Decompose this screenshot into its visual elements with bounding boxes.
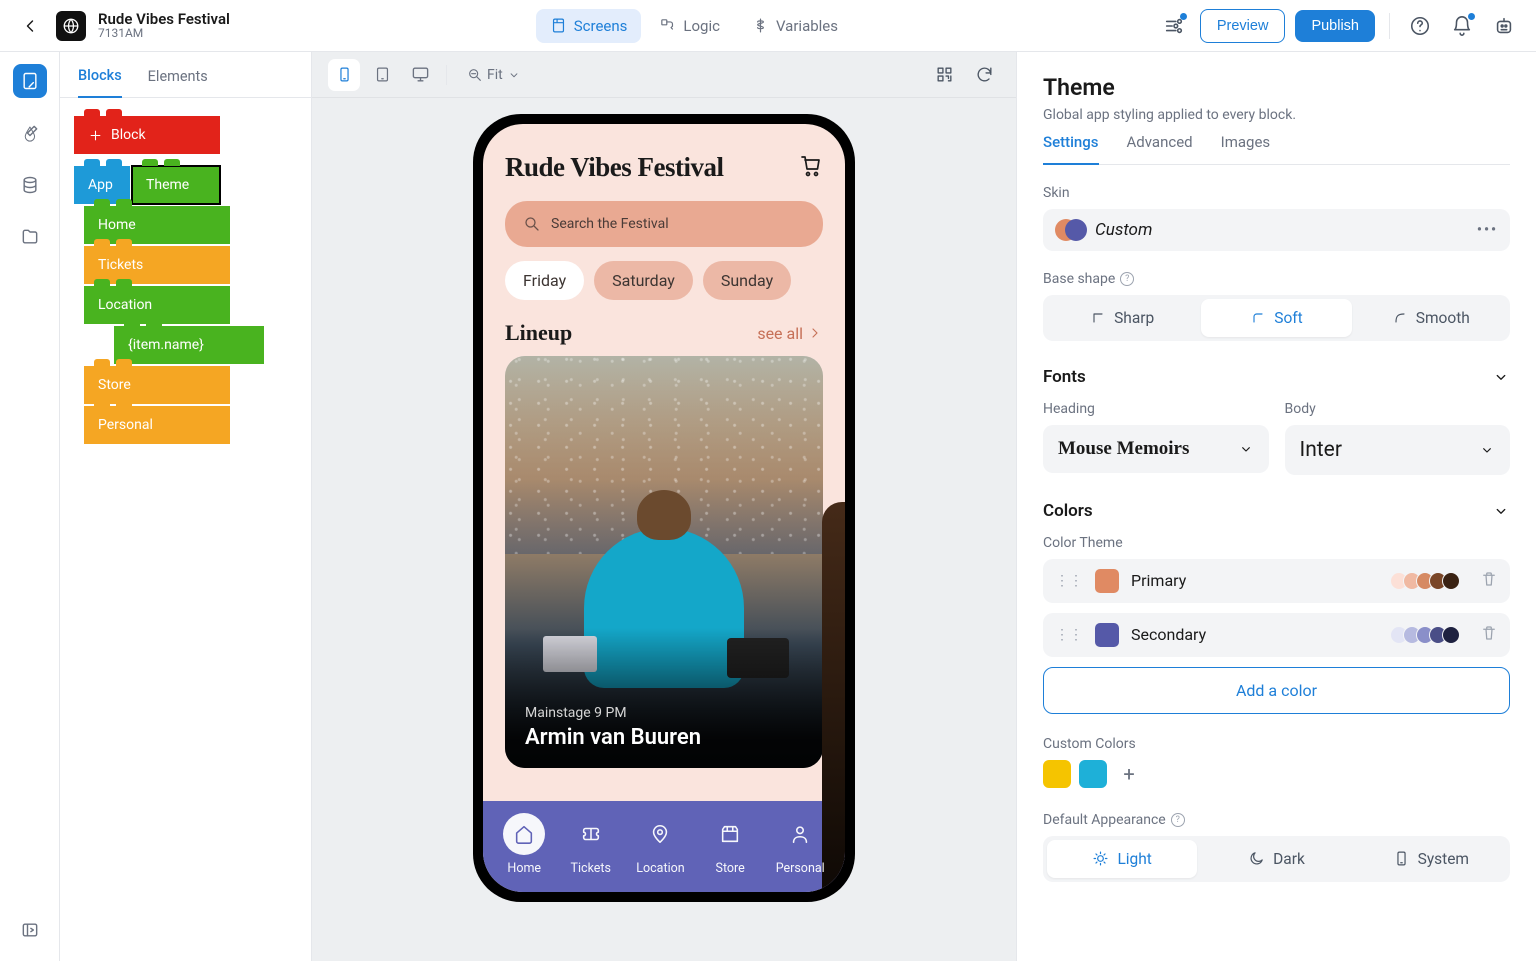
fonts-section-toggle[interactable]: Fonts bbox=[1043, 367, 1510, 387]
skin-label: Skin bbox=[1043, 185, 1510, 201]
custom-color-swatch[interactable] bbox=[1043, 760, 1071, 788]
tab-elements[interactable]: Elements bbox=[148, 68, 208, 97]
chevron-down-icon bbox=[1492, 368, 1510, 386]
drag-handle-icon[interactable]: ⋮⋮ bbox=[1055, 573, 1083, 589]
card-artist: Armin van Buuren bbox=[525, 725, 701, 750]
settings-toggle-icon[interactable] bbox=[1158, 10, 1190, 42]
next-card-peek[interactable] bbox=[822, 502, 845, 892]
publish-button[interactable]: Publish bbox=[1295, 10, 1375, 42]
rail-collapse[interactable] bbox=[13, 913, 47, 947]
tab-home[interactable]: Home bbox=[503, 813, 545, 876]
tab-personal[interactable]: Personal bbox=[776, 813, 825, 876]
theme-tab-advanced[interactable]: Advanced bbox=[1127, 133, 1193, 164]
color-secondary-row[interactable]: ⋮⋮ Secondary bbox=[1043, 613, 1510, 657]
primary-swatch bbox=[1095, 569, 1119, 593]
color-primary-row[interactable]: ⋮⋮ Primary bbox=[1043, 559, 1510, 603]
zoom-control[interactable]: Fit bbox=[457, 61, 531, 89]
custom-color-swatch[interactable] bbox=[1079, 760, 1107, 788]
device-phone[interactable] bbox=[328, 59, 360, 91]
card-stage: Mainstage 9 PM bbox=[525, 705, 701, 721]
rail-screens[interactable] bbox=[13, 64, 47, 98]
cart-icon[interactable] bbox=[799, 154, 823, 182]
see-all-link[interactable]: see all bbox=[757, 324, 823, 343]
appearance-system[interactable]: System bbox=[1356, 840, 1506, 878]
base-shape-segmented: Sharp Soft Smooth bbox=[1043, 295, 1510, 341]
custom-colors-row: + bbox=[1043, 760, 1510, 788]
section-title: Lineup bbox=[505, 320, 572, 346]
back-button[interactable] bbox=[16, 12, 44, 40]
rail-design[interactable] bbox=[13, 116, 47, 150]
skin-swatch bbox=[1055, 219, 1085, 241]
add-block-button[interactable]: Block bbox=[74, 116, 220, 154]
block-item-name[interactable]: {item.name} bbox=[114, 326, 264, 364]
nav-screens[interactable]: Screens bbox=[536, 9, 642, 43]
skin-selector[interactable]: Custom ••• bbox=[1043, 209, 1510, 251]
default-appearance-label: Default Appearance? bbox=[1043, 812, 1510, 828]
device-tablet[interactable] bbox=[366, 59, 398, 91]
secondary-swatch bbox=[1095, 623, 1119, 647]
drag-handle-icon[interactable]: ⋮⋮ bbox=[1055, 627, 1083, 643]
pill-friday[interactable]: Friday bbox=[505, 261, 584, 300]
nav-logic[interactable]: Logic bbox=[645, 9, 734, 43]
device-frame: Rude Vibes Festival Search the Festival … bbox=[473, 114, 855, 902]
colors-section-toggle[interactable]: Colors bbox=[1043, 501, 1510, 521]
lineup-card[interactable]: Mainstage 9 PM Armin van Buuren bbox=[505, 356, 823, 768]
block-theme[interactable]: Theme bbox=[132, 166, 220, 204]
pill-saturday[interactable]: Saturday bbox=[594, 261, 693, 300]
search-input[interactable]: Search the Festival bbox=[505, 201, 823, 247]
pill-sunday[interactable]: Sunday bbox=[703, 261, 791, 300]
screen-title: Rude Vibes Festival bbox=[505, 152, 724, 183]
block-personal[interactable]: Personal bbox=[84, 406, 230, 444]
rail-files[interactable] bbox=[13, 220, 47, 254]
help-icon[interactable] bbox=[1404, 10, 1436, 42]
tab-location[interactable]: Location bbox=[636, 813, 684, 876]
primary-shades bbox=[1395, 572, 1460, 590]
nav-variables[interactable]: Variables bbox=[738, 9, 852, 43]
app-subtitle: 7131AM bbox=[98, 27, 230, 40]
shape-soft[interactable]: Soft bbox=[1201, 299, 1351, 337]
delete-icon[interactable] bbox=[1480, 624, 1498, 646]
base-shape-label: Base shape? bbox=[1043, 271, 1510, 287]
device-desktop[interactable] bbox=[404, 59, 436, 91]
app-title: Rude Vibes Festival bbox=[98, 11, 230, 28]
rail-data[interactable] bbox=[13, 168, 47, 202]
tab-tickets[interactable]: Tickets bbox=[570, 813, 612, 876]
refresh-icon[interactable] bbox=[968, 59, 1000, 91]
body-font-select[interactable]: Inter bbox=[1285, 425, 1511, 475]
theme-tab-settings[interactable]: Settings bbox=[1043, 133, 1099, 165]
robot-icon[interactable] bbox=[1488, 10, 1520, 42]
theme-tab-images[interactable]: Images bbox=[1221, 133, 1271, 164]
skin-more-icon[interactable]: ••• bbox=[1477, 222, 1498, 238]
add-color-button[interactable]: Add a color bbox=[1043, 667, 1510, 714]
chevron-down-icon bbox=[1492, 502, 1510, 520]
tab-store[interactable]: Store bbox=[709, 813, 751, 876]
qr-icon[interactable] bbox=[928, 59, 960, 91]
panel-subtitle: Global app styling applied to every bloc… bbox=[1043, 107, 1510, 123]
shape-smooth[interactable]: Smooth bbox=[1356, 299, 1506, 337]
heading-font-select[interactable]: Mouse Memoirs bbox=[1043, 425, 1269, 473]
notifications-icon[interactable] bbox=[1446, 10, 1478, 42]
info-icon[interactable]: ? bbox=[1171, 813, 1185, 827]
app-title-block: Rude Vibes Festival 7131AM bbox=[98, 11, 230, 41]
secondary-shades bbox=[1395, 626, 1460, 644]
appearance-dark[interactable]: Dark bbox=[1201, 840, 1351, 878]
delete-icon[interactable] bbox=[1480, 570, 1498, 592]
preview-button[interactable]: Preview bbox=[1200, 9, 1286, 43]
panel-title: Theme bbox=[1043, 74, 1510, 101]
appearance-light[interactable]: Light bbox=[1047, 840, 1197, 878]
shape-sharp[interactable]: Sharp bbox=[1047, 299, 1197, 337]
info-icon[interactable]: ? bbox=[1120, 272, 1134, 286]
add-custom-color[interactable]: + bbox=[1115, 760, 1143, 788]
app-icon bbox=[56, 11, 86, 41]
tab-blocks[interactable]: Blocks bbox=[78, 67, 122, 98]
appearance-segmented: Light Dark System bbox=[1043, 836, 1510, 882]
